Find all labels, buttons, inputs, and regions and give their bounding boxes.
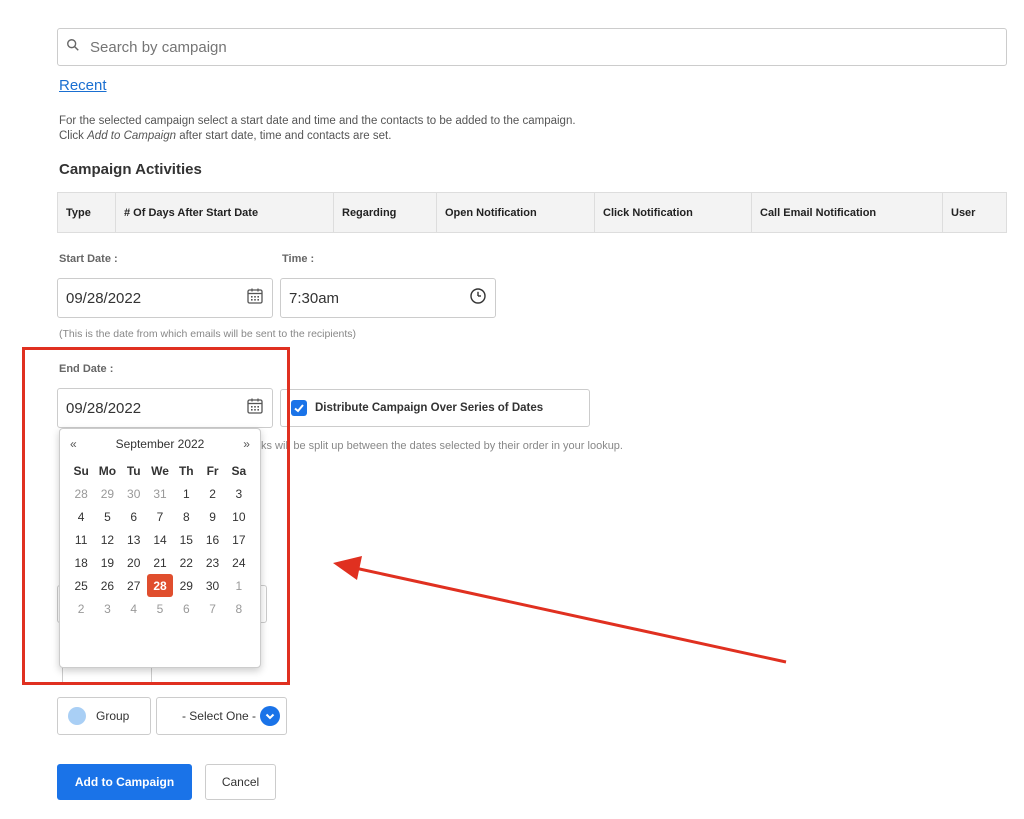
chevron-down-icon[interactable]	[260, 706, 280, 726]
group-label: Group	[96, 709, 130, 723]
group-radio-button[interactable]: Group	[57, 697, 151, 735]
select-value: - Select One -	[181, 709, 256, 723]
cancel-button[interactable]: Cancel	[205, 764, 276, 800]
group-select[interactable]: - Select One -	[156, 697, 287, 735]
annotation-arrow	[333, 556, 787, 664]
radio-icon[interactable]	[68, 707, 86, 725]
add-to-campaign-button[interactable]: Add to Campaign	[57, 764, 192, 800]
